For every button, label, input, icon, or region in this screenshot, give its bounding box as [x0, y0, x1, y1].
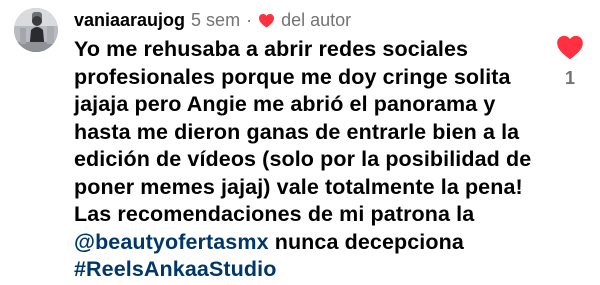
comment-line: jajaja pero Angie me abrió el panorama y: [74, 91, 544, 119]
comment-timestamp[interactable]: 5 sem: [191, 10, 240, 31]
meta-separator: ·: [246, 9, 253, 30]
mention-link[interactable]: @beautyofertasmx: [74, 230, 269, 254]
comment-text-segment: nunca decepciona: [268, 229, 464, 254]
avatar[interactable]: [14, 8, 58, 52]
comment-text-segment: jajaja pero Angie me abrió el panorama y: [74, 92, 496, 116]
like-button[interactable]: [556, 34, 584, 60]
comment-text-segment: hasta me dieron ganas de entrarle bien a…: [74, 119, 520, 144]
comment-line: edición de vídeos (solo por la posibilid…: [74, 146, 544, 174]
comment-line: poner memes jajaj) vale totalmente la pe…: [74, 174, 544, 202]
heart-filled-icon: [258, 13, 275, 28]
comment-text-segment: Las recomendaciones de mi patrona la: [74, 202, 475, 226]
liked-by-author-label: del autor: [281, 9, 352, 30]
comment-text-segment: profesionales porque me doy cringe solit…: [74, 64, 511, 89]
comment-line: Las recomendaciones de mi patrona la: [74, 201, 544, 229]
comment-line: hasta me dieron ganas de entrarle bien a…: [74, 119, 544, 147]
username-link[interactable]: vaniaaraujog: [74, 10, 185, 31]
comment-meta: vaniaaraujog 5 sem · del autor: [74, 8, 351, 32]
heart-filled-icon: [557, 35, 583, 60]
comment-text-segment: Yo me rehusaba a abrir redes sociales: [74, 37, 469, 61]
like-count[interactable]: 1: [565, 68, 575, 89]
comment-line: profesionales porque me doy cringe solit…: [74, 64, 544, 92]
comment-text-segment: edición de vídeos (solo por la posibilid…: [74, 147, 532, 171]
comment-line: #ReelsAnkaaStudio: [74, 256, 544, 284]
like-column: 1: [552, 34, 588, 89]
comment-line: @beautyofertasmx nunca decepciona: [74, 229, 544, 257]
avatar-photo-icon: [14, 8, 58, 52]
comment-text-segment: poner memes jajaj) vale totalmente la pe…: [74, 174, 523, 199]
comment: vaniaaraujog 5 sem · del autor Yo me reh…: [0, 0, 600, 285]
hashtag-link[interactable]: #ReelsAnkaaStudio: [74, 257, 276, 281]
comment-text: Yo me rehusaba a abrir redes sociales pro…: [74, 36, 544, 284]
comment-line: Yo me rehusaba a abrir redes sociales: [74, 36, 544, 64]
